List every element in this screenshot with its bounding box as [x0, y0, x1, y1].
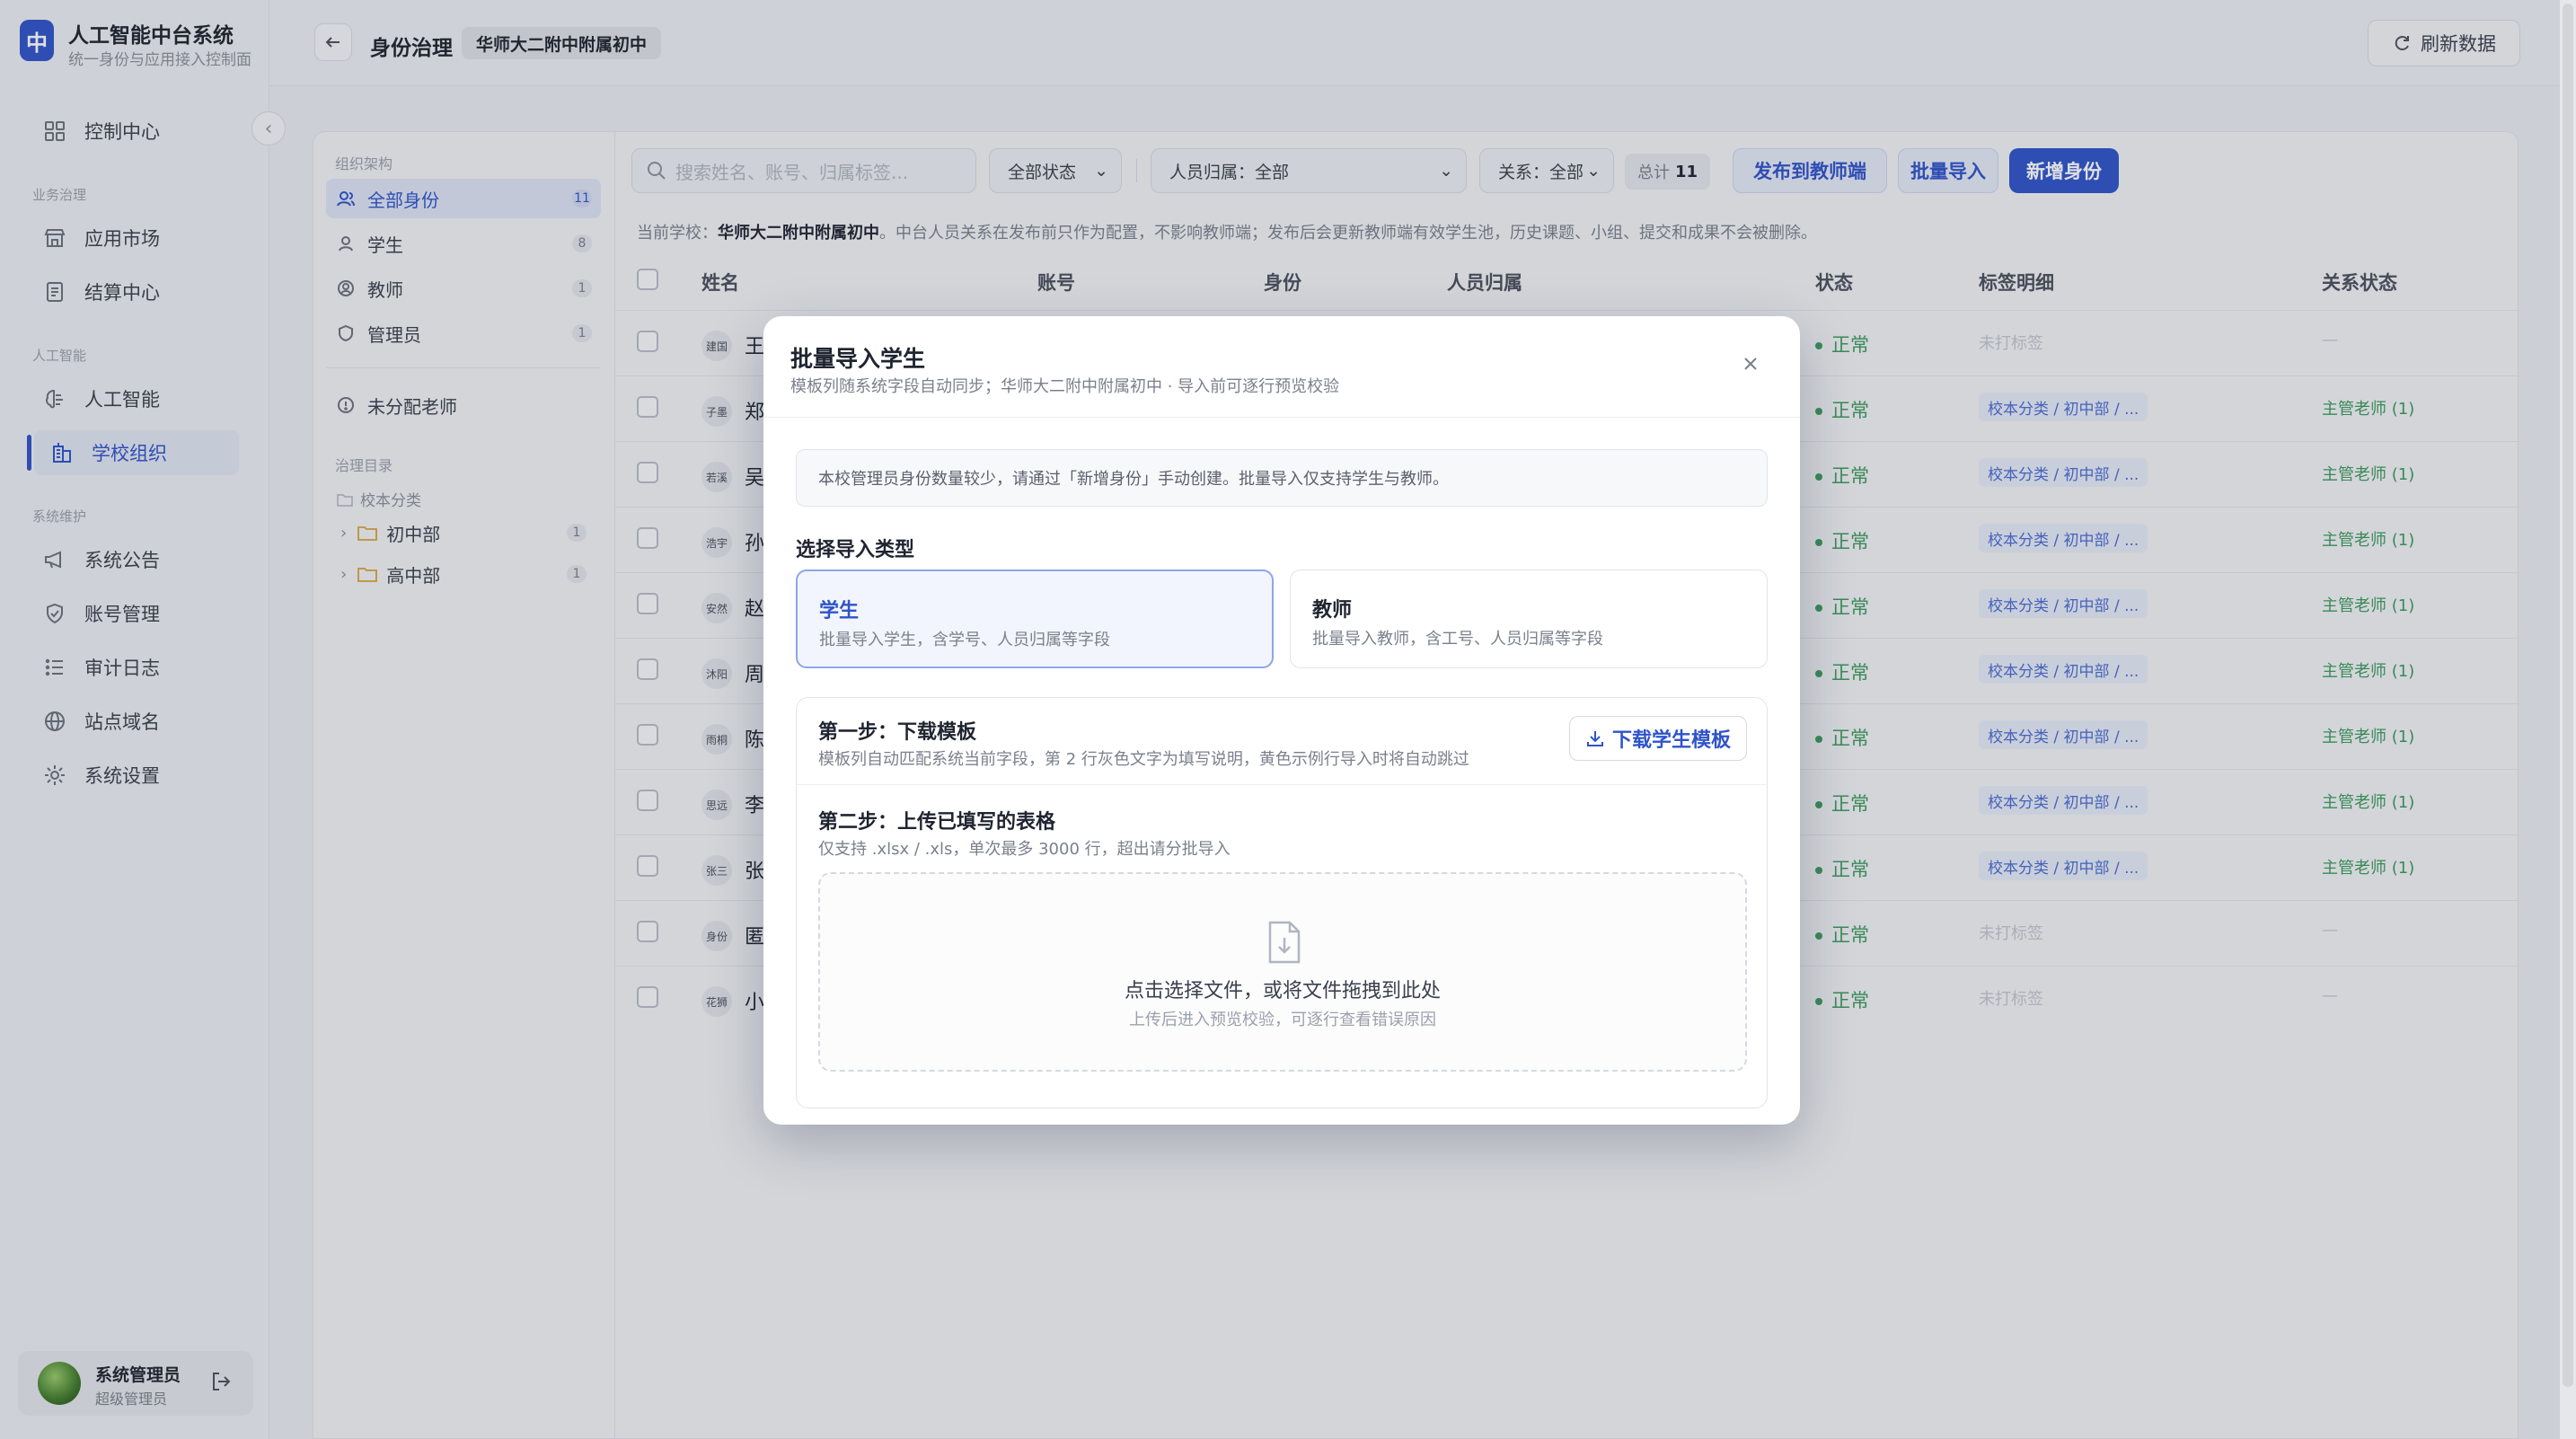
import-type-student-card[interactable]: 学生 批量导入学生，含学号、人员归属等字段 — [796, 569, 1274, 668]
download-label: 下载学生模板 — [1611, 729, 1731, 752]
step2-title: 第二步：上传已填写的表格 — [818, 811, 1056, 834]
step1-desc: 模板列自动匹配系统当前字段，第 2 行灰色文字为填写说明，黄色示例行导入时将自动… — [818, 750, 1469, 769]
import-steps-box: 第一步：下载模板 模板列自动匹配系统当前字段，第 2 行灰色文字为填写说明，黄色… — [796, 697, 1769, 1108]
dropzone-text: 点击选择文件，或将文件拖拽到此处 — [1124, 980, 1441, 1002]
modal-divider — [763, 417, 1800, 418]
type-card-desc: 批量导入教师，含工号、人员归属等字段 — [1312, 630, 1603, 649]
modal-subtitle: 模板列随系统字段自动同步；华师大二附中附属初中 · 导入前可逐行预览校验 — [790, 377, 1340, 396]
step-divider — [797, 784, 1769, 785]
modal-info-banner: 本校管理员身份数量较少，请通过「新增身份」手动创建。批量导入仅支持学生与教师。 — [796, 449, 1768, 507]
type-card-title: 教师 — [1312, 599, 1353, 622]
step1-title: 第一步：下载模板 — [818, 721, 977, 744]
close-icon[interactable] — [1737, 350, 1764, 377]
import-type-teacher-card[interactable]: 教师 批量导入教师，含工号、人员归属等字段 — [1290, 569, 1768, 668]
type-card-desc: 批量导入学生，含学号、人员归属等字段 — [819, 631, 1110, 649]
file-download-icon — [1257, 915, 1311, 969]
import-type-heading: 选择导入类型 — [796, 539, 915, 561]
type-card-title: 学生 — [819, 600, 860, 622]
dropzone-subtext: 上传后进入预览校验，可逐行查看错误原因 — [1129, 1011, 1436, 1029]
scrollbar-thumb[interactable] — [2563, 4, 2573, 1387]
download-icon — [1586, 731, 1603, 746]
download-template-button[interactable]: 下载学生模板 — [1569, 716, 1747, 761]
bulk-import-modal: 批量导入学生 模板列随系统字段自动同步；华师大二附中附属初中 · 导入前可逐行预… — [763, 316, 1800, 1125]
modal-title: 批量导入学生 — [790, 346, 926, 372]
file-dropzone[interactable]: 点击选择文件，或将文件拖拽到此处 上传后进入预览校验，可逐行查看错误原因 — [818, 872, 1747, 1072]
step2-desc: 仅支持 .xlsx / .xls，单次最多 3000 行，超出请分批导入 — [818, 840, 1231, 859]
